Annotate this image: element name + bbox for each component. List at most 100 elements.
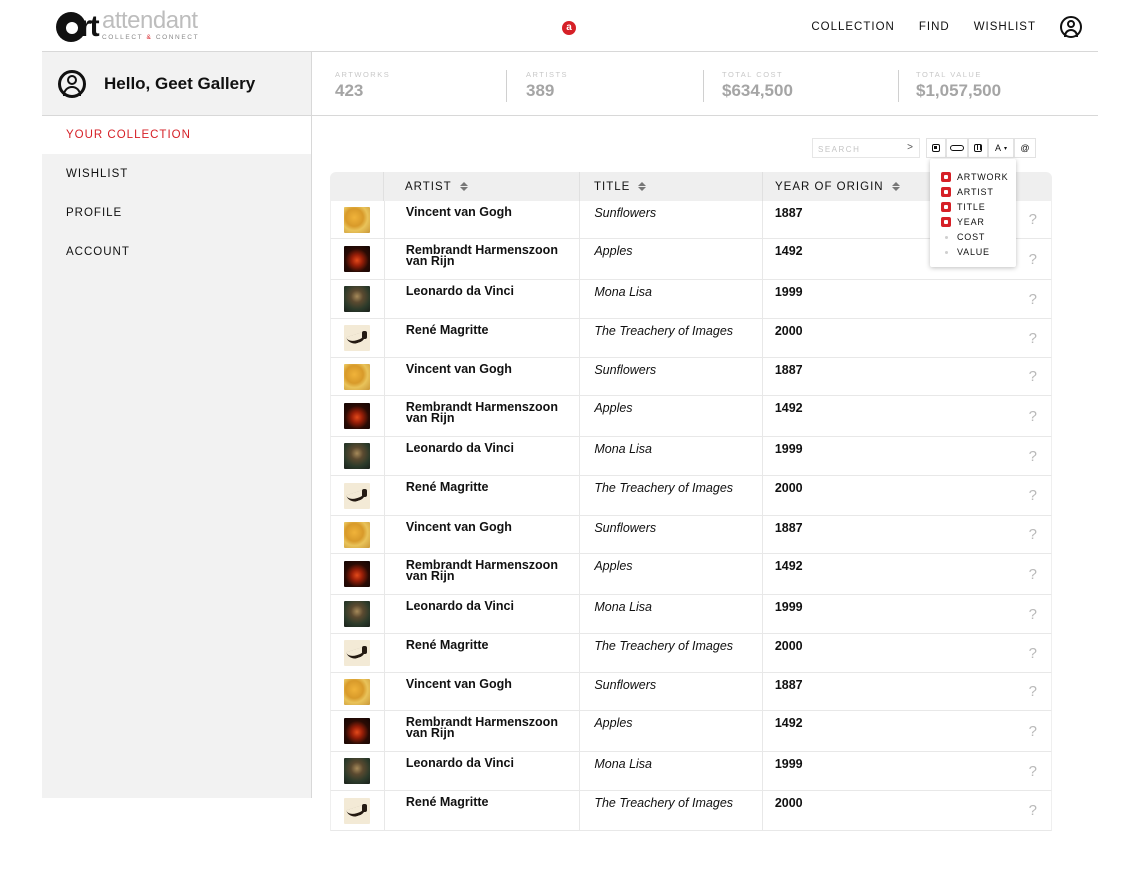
logo-tagline: COLLECT & CONNECT [102, 34, 199, 41]
table-row[interactable]: Rembrandt Harmenszoon van Rijn Apples 1492… [330, 554, 1052, 595]
stat-divider [898, 70, 899, 102]
help-icon[interactable]: ? [1029, 763, 1037, 780]
artwork-thumbnail[interactable] [344, 363, 371, 390]
help-icon[interactable]: ? [1029, 211, 1037, 228]
artwork-thumbnail[interactable] [344, 797, 371, 824]
sidebar-item-your-collection[interactable]: YOUR COLLECTION [42, 116, 311, 154]
title-cell: The Treachery of Images [580, 791, 763, 830]
nav-collection[interactable]: COLLECTION [811, 21, 895, 33]
help-icon[interactable]: ? [1029, 291, 1037, 308]
table-row[interactable]: Leonardo da Vinci Mona Lisa 1999? [330, 280, 1052, 319]
table-row[interactable]: Rembrandt Harmenszoon van Rijn Apples 1492… [330, 396, 1052, 437]
table-row[interactable]: Vincent van Gogh Sunflowers 1887? [330, 516, 1052, 554]
sort-button[interactable]: A ▾ [988, 138, 1014, 158]
share-button[interactable]: @ [1014, 138, 1036, 158]
help-icon[interactable]: ? [1029, 368, 1037, 385]
table-row[interactable]: René Magritte The Treachery of Images 2000… [330, 634, 1052, 673]
help-icon[interactable]: ? [1029, 487, 1037, 504]
column-option-title[interactable]: TITLE [930, 199, 1016, 214]
artwork-cell [331, 752, 385, 790]
center-logo-badge[interactable]: a [562, 21, 576, 35]
artwork-thumbnail[interactable] [344, 758, 371, 784]
artist-cell: René Magritte [385, 791, 581, 830]
header-label: YEAR OF ORIGIN [775, 180, 884, 193]
sidebar-item-wishlist[interactable]: WISHLIST [42, 154, 311, 193]
title-cell: Mona Lisa [580, 437, 763, 475]
year-cell: 1999 [774, 285, 803, 299]
artwork-thumbnail[interactable] [344, 325, 371, 351]
artwork-thumbnail[interactable] [344, 678, 371, 705]
artwork-thumbnail[interactable] [344, 601, 371, 627]
column-option-artist[interactable]: ARTIST [930, 184, 1016, 199]
grid-view-button[interactable] [926, 138, 946, 158]
nav-wishlist[interactable]: WISHLIST [974, 21, 1036, 33]
help-icon[interactable]: ? [1029, 251, 1037, 268]
help-icon[interactable]: ? [1029, 566, 1037, 583]
sidebar-item-account[interactable]: ACCOUNT [42, 232, 311, 271]
app-logo[interactable]: rt attendant COLLECT & CONNECT [56, 9, 199, 44]
artwork-thumbnail[interactable] [344, 640, 371, 666]
table-row[interactable]: René Magritte The Treachery of Images 2000… [330, 476, 1052, 516]
help-icon[interactable]: ? [1029, 606, 1037, 623]
columns-button[interactable] [968, 138, 988, 158]
artwork-thumbnail[interactable] [344, 403, 371, 429]
header-artist[interactable]: ARTIST [384, 172, 580, 201]
title-cell: Sunflowers [580, 673, 763, 710]
table-row[interactable]: Leonardo da Vinci Mona Lisa 1999? [330, 437, 1052, 476]
year-cell: 1492 [774, 716, 803, 730]
sort-icon[interactable] [459, 182, 468, 191]
table-row[interactable]: Leonardo da Vinci Mona Lisa 1999? [330, 595, 1052, 634]
artwork-thumbnail[interactable] [344, 246, 371, 272]
header-title[interactable]: TITLE [580, 172, 763, 201]
sidebar: Hello, Geet Gallery YOUR COLLECTION WISH… [42, 52, 312, 798]
artwork-thumbnail[interactable] [344, 718, 371, 744]
artist-cell: Leonardo da Vinci [385, 437, 581, 475]
artwork-thumbnail[interactable] [344, 443, 371, 469]
help-icon[interactable]: ? [1029, 526, 1037, 543]
table-row[interactable]: Rembrandt Harmenszoon van Rijn Apples 1492… [330, 711, 1052, 752]
help-icon[interactable]: ? [1029, 448, 1037, 465]
column-option-label: YEAR [957, 216, 985, 227]
checkbox-checked-icon[interactable] [941, 186, 951, 197]
artwork-thumbnail[interactable] [344, 521, 371, 548]
table-row[interactable]: Leonardo da Vinci Mona Lisa 1999? [330, 752, 1052, 791]
checkbox-unchecked-icon[interactable] [941, 232, 951, 242]
help-icon[interactable]: ? [1029, 683, 1037, 700]
title-cell: Apples [580, 554, 763, 594]
stat-total-cost: TOTAL COST $634,500 [722, 70, 793, 104]
link-view-button[interactable] [946, 138, 968, 158]
checkbox-checked-icon[interactable] [941, 171, 951, 182]
stat-value: 389 [526, 81, 555, 100]
search-submit-button[interactable]: > [907, 142, 913, 153]
help-icon[interactable]: ? [1029, 723, 1037, 740]
table-row[interactable]: René Magritte The Treachery of Images 2000… [330, 319, 1052, 358]
artwork-thumbnail[interactable] [344, 482, 371, 509]
checkbox-checked-icon[interactable] [941, 201, 951, 212]
help-icon[interactable]: ? [1029, 645, 1037, 662]
column-option-cost[interactable]: COST [930, 229, 1016, 244]
search-input[interactable] [813, 140, 899, 159]
checkbox-unchecked-icon[interactable] [941, 247, 951, 257]
title-cell: Mona Lisa [580, 280, 763, 318]
user-icon[interactable] [1060, 16, 1082, 38]
column-option-year[interactable]: YEAR [930, 214, 1016, 229]
header-thumbnail [330, 172, 384, 201]
sort-icon[interactable] [891, 182, 900, 191]
table-row[interactable]: René Magritte The Treachery of Images 2000… [330, 791, 1052, 831]
sort-icon[interactable] [638, 182, 647, 191]
sidebar-item-profile[interactable]: PROFILE [42, 193, 311, 232]
help-icon[interactable]: ? [1029, 408, 1037, 425]
artwork-thumbnail[interactable] [344, 561, 371, 587]
table-row[interactable]: Vincent van Gogh Sunflowers 1887? [330, 358, 1052, 396]
help-icon[interactable]: ? [1029, 330, 1037, 347]
column-option-artwork[interactable]: ARTWORK [930, 169, 1016, 184]
year-cell: 1887 [774, 678, 803, 692]
artwork-thumbnail[interactable] [344, 206, 371, 233]
column-option-value[interactable]: VALUE [930, 244, 1016, 259]
checkbox-checked-icon[interactable] [941, 216, 951, 227]
table-row[interactable]: Vincent van Gogh Sunflowers 1887? [330, 673, 1052, 711]
nav-find[interactable]: FIND [919, 21, 950, 33]
artwork-cell [331, 396, 385, 436]
help-icon[interactable]: ? [1029, 802, 1037, 819]
artwork-thumbnail[interactable] [344, 286, 371, 312]
